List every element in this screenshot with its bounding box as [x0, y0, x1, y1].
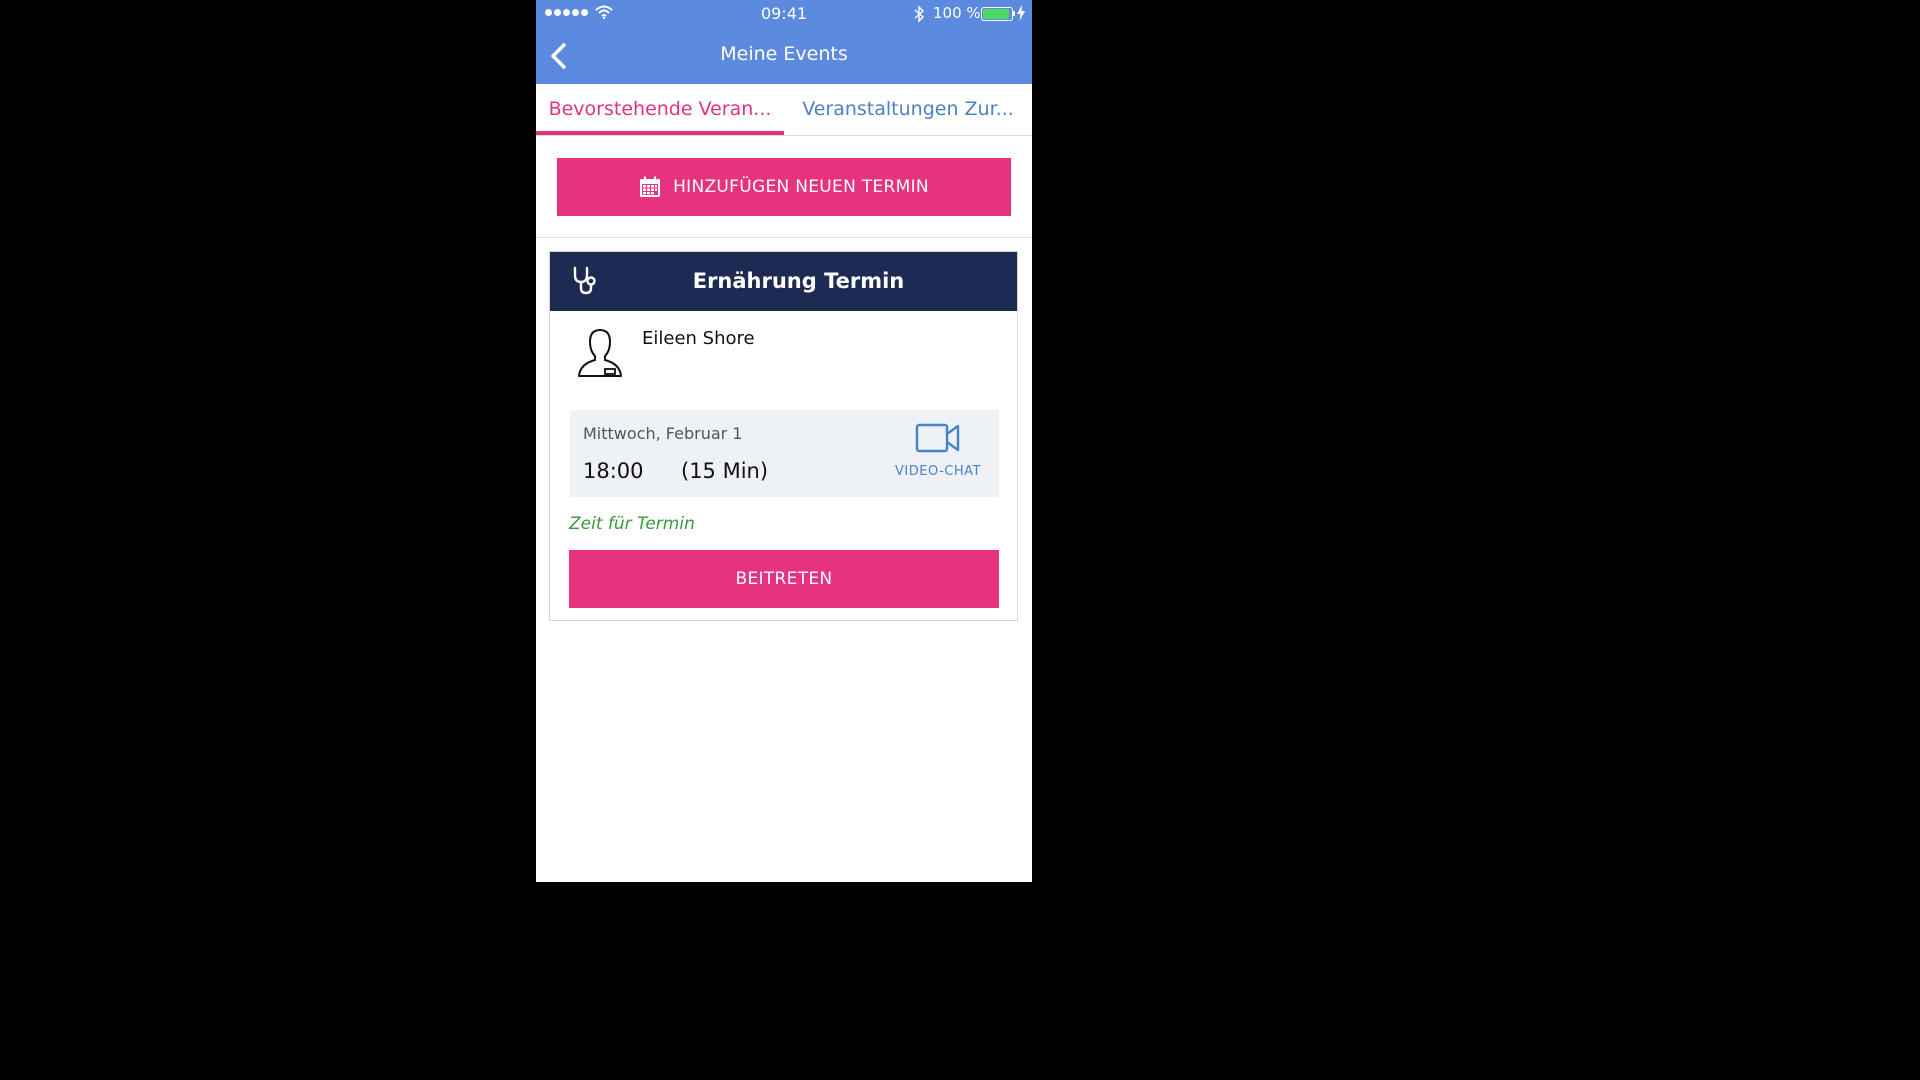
charging-icon — [1017, 5, 1025, 21]
nav-bar: Meine Events — [536, 28, 1032, 84]
event-card-header: Ernährung Termin — [550, 252, 1017, 311]
tab-upcoming-events[interactable]: Bevorstehende Veran... — [536, 84, 784, 135]
tab-past-events[interactable]: Veranstaltungen Zur... — [784, 84, 1032, 135]
appointment-time-box: Mittwoch, Februar 1 18:00 (15 Min) VIDEO… — [570, 410, 999, 497]
battery-percentage: 100 % — [933, 4, 981, 22]
status-bar: 09:41 100 % — [536, 0, 1032, 28]
appointment-date: Mittwoch, Februar 1 — [583, 424, 743, 443]
appointment-duration: (15 Min) — [681, 459, 769, 483]
battery-level — [983, 9, 1009, 19]
person-name: Eileen Shore — [642, 328, 755, 349]
appointment-time: 18:00 — [583, 459, 644, 483]
battery-tip — [1013, 11, 1015, 16]
event-title: Ernährung Termin — [692, 269, 905, 293]
person-avatar-icon — [578, 329, 622, 377]
add-appointment-label: HINZUFÜGEN NEUEN TERMIN — [673, 177, 929, 197]
app-header: 09:41 100 % Meine Events — [536, 0, 1032, 84]
person-row: Eileen Shore — [550, 311, 1017, 409]
video-camera-icon — [915, 423, 960, 453]
video-chat-button[interactable]: VIDEO-CHAT — [892, 422, 984, 479]
appointment-status: Zeit für Termin — [569, 514, 695, 534]
bluetooth-icon — [914, 5, 925, 23]
page-title: Meine Events — [720, 43, 848, 65]
join-button[interactable]: BEITRETEN — [569, 550, 999, 608]
calendar-icon — [640, 176, 661, 197]
add-appointment-button[interactable]: HINZUFÜGEN NEUEN TERMIN — [557, 158, 1011, 216]
add-appointment-section: HINZUFÜGEN NEUEN TERMIN — [536, 136, 1032, 238]
video-chat-label: VIDEO-CHAT — [895, 464, 981, 479]
phone-screen: 09:41 100 % Meine Events Bevorstehende V… — [536, 0, 1032, 882]
event-card: Ernährung Termin Eileen Shore Mittwoch, … — [549, 251, 1018, 621]
tab-bar: Bevorstehende Veran... Veranstaltungen Z… — [536, 84, 1032, 136]
battery-icon — [981, 7, 1013, 21]
